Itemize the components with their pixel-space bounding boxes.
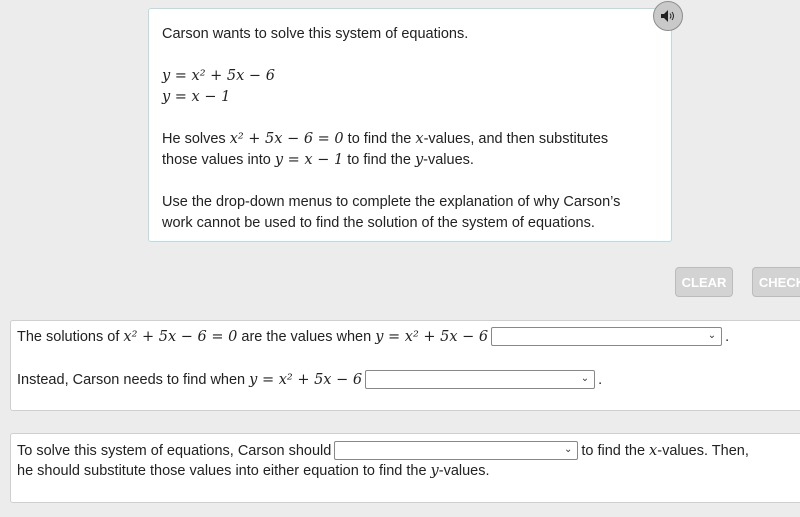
chevron-down-icon: ⌄ (563, 444, 573, 455)
answer-panel-1: The solutions of x² + 5x − 6 = 0 are the… (10, 320, 800, 411)
text: -values. (438, 463, 490, 479)
check-button[interactable]: CHECK (752, 267, 800, 297)
text: The solutions of (17, 328, 120, 345)
dropdown-1[interactable]: ⌄ (491, 327, 723, 346)
dropdown-2[interactable]: ⌄ (365, 370, 596, 389)
text: to find the (343, 152, 415, 168)
text: to find the (343, 131, 416, 147)
chevron-down-icon: ⌄ (707, 330, 717, 341)
text: Use the drop-down menus to complete the … (162, 194, 621, 210)
math: x (415, 131, 424, 147)
sentence-3-cont: he should substitute those values into e… (17, 463, 490, 479)
text: To solve this system of equations, Carso… (17, 442, 332, 459)
text: Instead, Carson needs to find when (17, 371, 246, 388)
chevron-down-icon: ⌄ (580, 373, 590, 384)
math: y = x² + 5x − 6 (375, 328, 489, 345)
dropdown-3[interactable]: ⌄ (334, 441, 579, 460)
sentence-1: The solutions of x² + 5x − 6 = 0 are the… (17, 327, 729, 346)
math: y = x² + 5x − 6 (249, 371, 363, 388)
text: . (725, 328, 730, 345)
text: -values. Then, (657, 442, 749, 459)
text: -values, and then substitutes (423, 131, 609, 147)
text: . (598, 371, 603, 388)
sentence-3: To solve this system of equations, Carso… (17, 441, 749, 460)
math: x (649, 442, 658, 459)
method-text: He solves x² + 5x − 6 = 0 to find the x-… (162, 129, 658, 171)
math: x² + 5x − 6 = 0 (229, 131, 344, 147)
math: x² + 5x − 6 = 0 (123, 328, 238, 345)
text: he should substitute those values into e… (17, 463, 427, 479)
equation-2: y = x − 1 (162, 89, 231, 105)
math: y (430, 463, 439, 479)
text: work cannot be used to find the solution… (162, 215, 595, 231)
equation-1: y = x² + 5x − 6 (162, 68, 275, 84)
text: -values. (423, 152, 474, 168)
answer-panel-2: To solve this system of equations, Carso… (10, 433, 800, 503)
text: are the values when (241, 328, 372, 345)
instruction-text: Use the drop-down menus to complete the … (162, 192, 658, 234)
intro-text: Carson wants to solve this system of equ… (162, 26, 469, 42)
text: those values into (162, 152, 275, 168)
question-card: Carson wants to solve this system of equ… (148, 8, 672, 242)
clear-button[interactable]: CLEAR (675, 267, 733, 297)
math: y (414, 152, 424, 168)
sentence-2: Instead, Carson needs to find when y = x… (17, 370, 602, 389)
math: y = x − 1 (274, 152, 344, 168)
speaker-icon (661, 10, 674, 22)
text: He solves (162, 131, 230, 147)
read-aloud-button[interactable] (653, 1, 683, 31)
text: to find the (581, 442, 646, 459)
